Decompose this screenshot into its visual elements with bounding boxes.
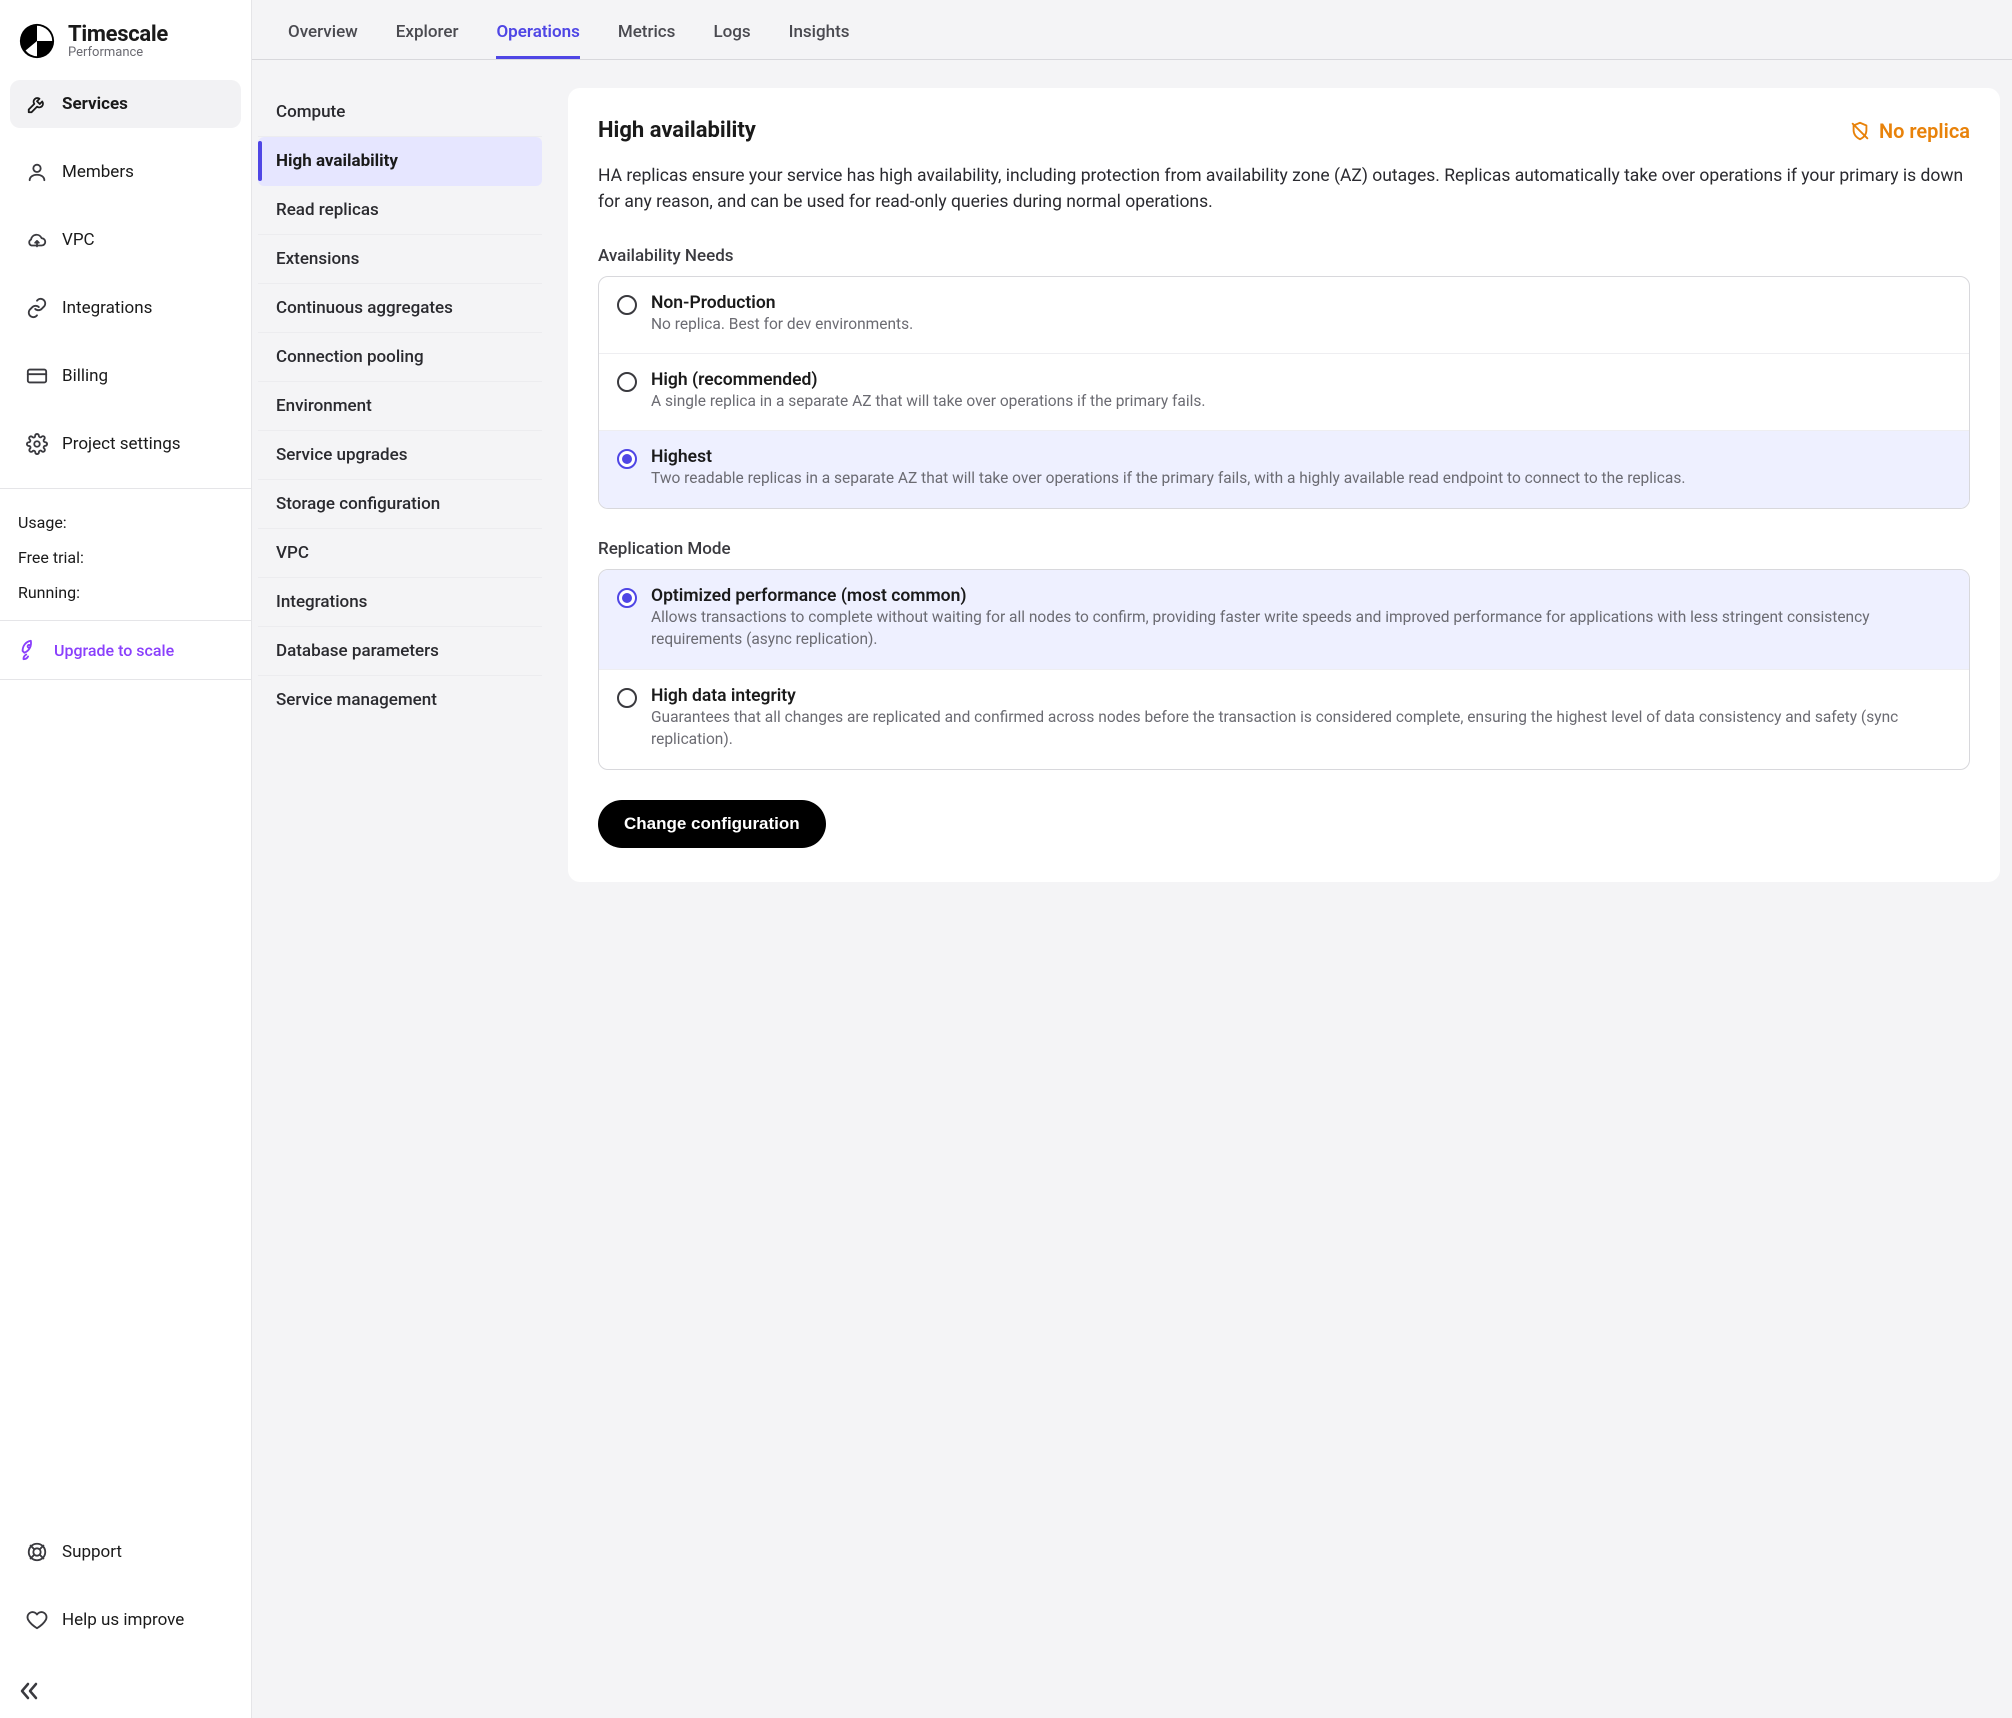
subnav-extensions[interactable]: Extensions (258, 235, 542, 284)
rocket-icon (18, 639, 40, 661)
availability-option-non-production[interactable]: Non-Production No replica. Best for dev … (599, 277, 1969, 353)
sidebar-item-services[interactable]: Services (10, 80, 241, 128)
replica-status-badge: No replica (1849, 119, 1970, 143)
sidebar-item-integrations[interactable]: Integrations (10, 284, 241, 332)
tab-logs[interactable]: Logs (713, 6, 750, 59)
ha-panel: High availability No replica HA replicas… (568, 88, 2000, 882)
subnav-connection-pooling[interactable]: Connection pooling (258, 333, 542, 382)
sidebar-item-label: Project settings (62, 434, 181, 454)
availability-option-highest[interactable]: Highest Two readable replicas in a separ… (599, 430, 1969, 507)
gear-icon (26, 433, 48, 455)
sidebar-item-label: Services (62, 94, 128, 114)
radio-icon (617, 688, 637, 708)
trial-label: Free trial: (18, 540, 233, 575)
subnav-high-availability[interactable]: High availability (258, 137, 542, 186)
shield-off-icon (1849, 120, 1871, 142)
replication-option-optimized[interactable]: Optimized performance (most common) Allo… (599, 570, 1969, 669)
sidebar-item-help-improve[interactable]: Help us improve (10, 1596, 241, 1644)
sidebar-item-label: Integrations (62, 298, 152, 318)
option-description: A single replica in a separate AZ that w… (651, 390, 1951, 412)
replication-option-group: Optimized performance (most common) Allo… (598, 569, 1970, 770)
panel-description: HA replicas ensure your service has high… (598, 163, 1970, 216)
subnav-compute[interactable]: Compute (258, 88, 542, 137)
sidebar-item-project-settings[interactable]: Project settings (10, 420, 241, 468)
option-description: Guarantees that all changes are replicat… (651, 706, 1951, 751)
operations-subnav: Compute High availability Read replicas … (252, 88, 542, 882)
sidebar-item-vpc[interactable]: VPC (10, 216, 241, 264)
subnav-service-upgrades[interactable]: Service upgrades (258, 431, 542, 480)
tab-explorer[interactable]: Explorer (396, 6, 459, 59)
radio-icon (617, 449, 637, 469)
primary-nav: Services Members VPC Integrations (0, 70, 251, 488)
sidebar-item-label: VPC (62, 230, 95, 250)
sidebar-item-members[interactable]: Members (10, 148, 241, 196)
card-icon (26, 365, 48, 387)
option-title: Non-Production (651, 293, 776, 313)
subnav-environment[interactable]: Environment (258, 382, 542, 431)
tab-operations[interactable]: Operations (496, 6, 579, 59)
user-icon (26, 161, 48, 183)
sidebar-item-billing[interactable]: Billing (10, 352, 241, 400)
availability-section-label: Availability Needs (598, 246, 1970, 266)
replica-status-label: No replica (1879, 119, 1970, 143)
subnav-vpc[interactable]: VPC (258, 529, 542, 578)
heart-icon (26, 1609, 48, 1631)
upgrade-link[interactable]: Upgrade to scale (0, 620, 251, 680)
wrench-icon (26, 93, 48, 115)
brand-block: Timescale Performance (0, 0, 251, 70)
sidebar-item-label: Billing (62, 366, 108, 386)
panel-title: High availability (598, 118, 756, 143)
chevron-double-left-icon (18, 1682, 42, 1700)
collapse-sidebar-button[interactable] (0, 1664, 251, 1718)
radio-icon (617, 588, 637, 608)
replication-section-label: Replication Mode (598, 539, 1970, 559)
subnav-read-replicas[interactable]: Read replicas (258, 186, 542, 235)
tab-overview[interactable]: Overview (288, 6, 358, 59)
option-title: Optimized performance (most common) (651, 586, 966, 606)
usage-label: Usage: (18, 505, 233, 540)
radio-icon (617, 295, 637, 315)
brand-subtitle: Performance (68, 45, 168, 60)
lifebuoy-icon (26, 1541, 48, 1563)
sidebar-item-support[interactable]: Support (10, 1528, 241, 1576)
sidebar-item-label: Support (62, 1542, 122, 1562)
availability-option-group: Non-Production No replica. Best for dev … (598, 276, 1970, 509)
upgrade-label: Upgrade to scale (54, 641, 174, 660)
subnav-storage-configuration[interactable]: Storage configuration (258, 480, 542, 529)
service-tabs: Overview Explorer Operations Metrics Log… (252, 6, 2012, 60)
option-title: High (recommended) (651, 370, 818, 390)
brand-title: Timescale (68, 22, 168, 47)
availability-option-high[interactable]: High (recommended) A single replica in a… (599, 353, 1969, 430)
brand-logo-icon (18, 22, 56, 60)
option-description: No replica. Best for dev environments. (651, 313, 1951, 335)
change-configuration-button[interactable]: Change configuration (598, 800, 826, 848)
tab-insights[interactable]: Insights (789, 6, 850, 59)
sidebar-item-label: Help us improve (62, 1610, 184, 1630)
sidebar: Timescale Performance Services Members (0, 0, 252, 1718)
sidebar-usage-section: Usage: Free trial: Running: (0, 488, 251, 620)
option-title: High data integrity (651, 686, 796, 706)
subnav-continuous-aggregates[interactable]: Continuous aggregates (258, 284, 542, 333)
cloud-icon (26, 229, 48, 251)
replication-option-high-integrity[interactable]: High data integrity Guarantees that all … (599, 669, 1969, 769)
subnav-service-management[interactable]: Service management (258, 676, 542, 724)
option-description: Two readable replicas in a separate AZ t… (651, 467, 1951, 489)
option-description: Allows transactions to complete without … (651, 606, 1951, 651)
tab-metrics[interactable]: Metrics (618, 6, 676, 59)
radio-icon (617, 372, 637, 392)
main-content: Overview Explorer Operations Metrics Log… (252, 0, 2012, 1718)
subnav-database-parameters[interactable]: Database parameters (258, 627, 542, 676)
link-icon (26, 297, 48, 319)
sidebar-item-label: Members (62, 162, 134, 182)
subnav-integrations[interactable]: Integrations (258, 578, 542, 627)
option-title: Highest (651, 447, 712, 467)
running-label: Running: (18, 575, 233, 610)
